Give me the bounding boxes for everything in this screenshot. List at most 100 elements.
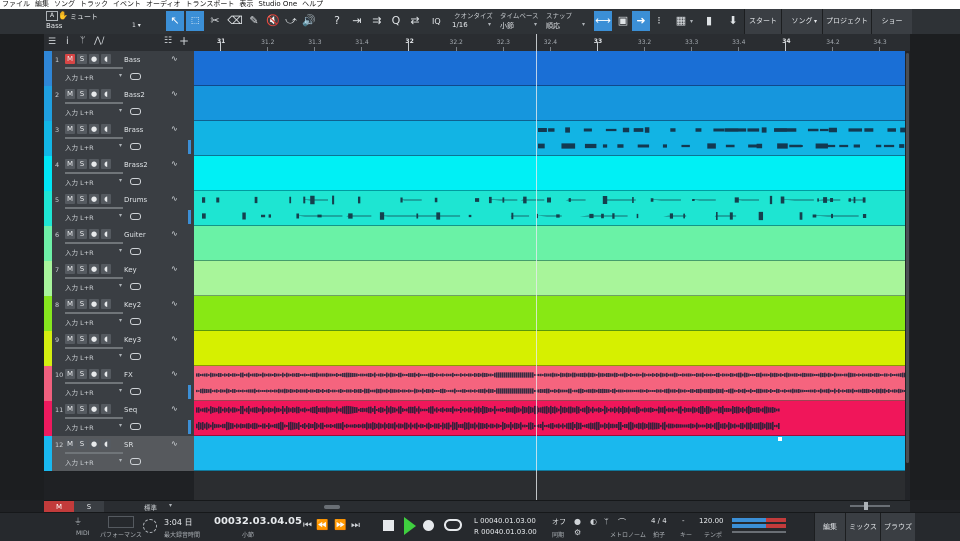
menu-item[interactable]: トランスポート [186,0,235,8]
monitor-button[interactable]: ◖ [101,159,111,169]
monitor-toggle[interactable] [130,248,141,255]
track-lane-brass2[interactable] [194,156,905,191]
record-arm-button[interactable]: ● [89,159,99,169]
solo-button[interactable]: S [77,369,87,379]
track-name[interactable]: Brass2 [124,161,148,169]
mute-tool-icon[interactable]: 🔇 [264,11,282,31]
automation-icon[interactable]: ∿ [171,194,178,203]
play-icon[interactable] [404,517,416,535]
volume-fader[interactable] [65,67,123,69]
record-arm-button[interactable]: ● [89,334,99,344]
volume-fader[interactable] [65,347,123,349]
record-icon[interactable] [423,520,434,531]
monitor-toggle[interactable] [130,423,141,430]
chevron-down-icon[interactable]: ▾ [119,142,122,149]
input-select[interactable]: 入力 L+R [65,282,94,292]
loop-right[interactable]: R 00040.01.03.00 [474,528,537,536]
follow-icon[interactable]: ⇉ [368,11,386,31]
monitor-button[interactable]: ◖ [101,124,111,134]
solo-button[interactable]: S [77,194,87,204]
range-tool-icon[interactable]: ⬚ [186,11,204,31]
chevron-down-icon[interactable]: ▾ [119,457,122,464]
monitor-toggle[interactable] [130,213,141,220]
volume-fader[interactable] [65,382,123,384]
automation-icon[interactable]: ∿ [171,54,178,63]
chevron-down-icon[interactable]: ▾ [119,387,122,394]
info-icon[interactable]: i [66,36,69,47]
chevron-down-icon[interactable]: ▾ [119,247,122,254]
mute-button[interactable]: M [65,369,75,379]
track-header-key3[interactable]: 9 M S ● ◖ Key3 ∿ 入力 L+R ▾ [44,331,194,367]
view-mode-select[interactable]: 標準 [144,502,157,512]
monitor-toggle[interactable] [130,353,141,360]
automation-icon[interactable]: ∿ [171,229,178,238]
help-icon[interactable]: ? [328,11,346,31]
track-header-guiter[interactable]: 6 M S ● ◖ Guiter ∿ 入力 L+R ▾ [44,226,194,262]
track-name[interactable]: Bass2 [124,91,145,99]
solo-button[interactable]: S [77,159,87,169]
track-header-sr[interactable]: 12 M S ● ◖ SR ∿ 入力 L+R ▾ [44,436,194,472]
add-track-icon[interactable]: + [179,34,189,48]
track-name[interactable]: SR [124,441,133,449]
zoom-icon[interactable]: Q [387,11,405,31]
input-select[interactable]: 入力 L+R [65,317,94,327]
arrange-view[interactable] [194,51,910,500]
volume-fader[interactable] [65,242,123,244]
grid-view-icon[interactable]: ▦ [672,11,690,31]
precount-icon[interactable]: ● [574,517,581,526]
monitor-button[interactable]: ◖ [101,54,111,64]
input-select[interactable]: 入力 L+R [65,107,94,117]
mute-button[interactable]: M [65,194,75,204]
timebase-select[interactable]: 小節 [500,21,514,31]
snap-toggle-icon[interactable]: ⟷ [594,11,612,31]
track-list-icon[interactable]: ☷ [164,36,172,46]
monitor-toggle[interactable] [130,178,141,185]
auto-scroll-icon[interactable]: ⇥ [348,11,366,31]
volume-fader[interactable] [65,277,123,279]
playhead-cursor[interactable] [536,34,537,500]
key-value[interactable]: - [682,517,685,525]
selected-track-index[interactable]: 1 ▾ [132,22,141,29]
track-header-drums[interactable]: 5 M S ● ◖ Drums ∿ 入力 L+R ▾ [44,191,194,227]
automation-icon[interactable]: ∿ [171,439,178,448]
input-select[interactable]: 入力 L+R [65,422,94,432]
automation-icon[interactable]: ∿ [171,264,178,273]
track-name[interactable]: Key [124,266,137,274]
start-button[interactable]: スタート [744,9,781,34]
stop-icon[interactable] [383,520,394,531]
monitor-button[interactable]: ◖ [101,334,111,344]
track-name[interactable]: Bass [124,56,140,64]
mute-button[interactable]: M [65,89,75,99]
track-header-key2[interactable]: 8 M S ● ◖ Key2 ∿ 入力 L+R ▾ [44,296,194,332]
solo-button[interactable]: S [77,264,87,274]
menu-item[interactable]: Studio One [258,0,297,8]
edit-button[interactable]: 編集 [814,513,845,541]
chevron-down-icon[interactable]: ▾ [119,352,122,359]
iq-button[interactable]: IQ [432,17,441,26]
menu-item[interactable]: オーディオ [146,0,181,8]
automation-icon[interactable]: ᛘ [80,36,85,46]
monitor-button[interactable]: ◖ [101,299,111,309]
chevron-down-icon[interactable]: ▾ [690,18,693,25]
chevron-down-icon[interactable]: ▾ [582,21,585,28]
track-name[interactable]: Drums [124,196,147,204]
browse-button[interactable]: ブラウズ [880,513,915,541]
track-name[interactable]: Guiter [124,231,146,239]
auto-icon[interactable]: A [46,11,58,21]
volume-fader[interactable] [65,137,123,139]
automation-icon[interactable]: ∿ [171,369,178,378]
volume-fader[interactable] [65,172,123,174]
eraser-tool-icon[interactable]: ⌫ [226,11,244,31]
chevron-down-icon[interactable]: ▾ [119,282,122,289]
snap-grid-icon[interactable]: ▣ [614,11,632,31]
mute-button[interactable]: M [65,54,75,64]
record-arm-button[interactable]: ● [89,54,99,64]
automation-icon[interactable]: ∿ [171,334,178,343]
film-icon[interactable]: ▮ [700,11,718,31]
input-select[interactable]: 入力 L+R [65,457,94,467]
chevron-down-icon[interactable]: ▾ [169,502,172,509]
input-select[interactable]: 入力 L+R [65,177,94,187]
position-display[interactable]: 00032.03.04.05 [214,516,302,527]
volume-fader[interactable] [65,102,123,104]
solo-button[interactable]: S [77,404,87,414]
